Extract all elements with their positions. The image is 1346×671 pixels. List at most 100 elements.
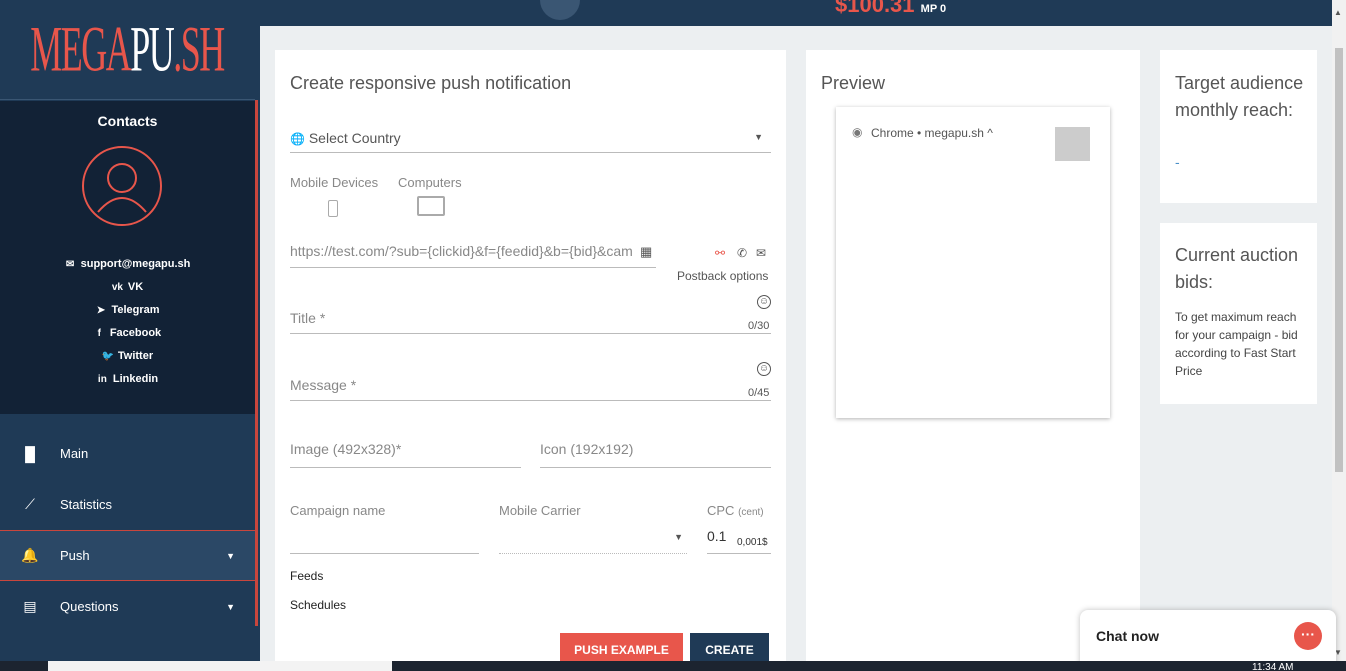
postback-options-link[interactable]: Postback options: [677, 269, 768, 283]
icon-input[interactable]: Icon (192x192): [540, 441, 771, 468]
scrollbar-thumb[interactable]: [1335, 48, 1343, 472]
chrome-icon: ◉: [852, 125, 863, 139]
contact-email-label: support@megapu.sh: [80, 258, 191, 270]
cpc-dollar-value: 0,001$: [737, 537, 768, 548]
telegram-icon: ➤: [96, 305, 106, 316]
contact-vk[interactable]: vk VK: [0, 280, 255, 303]
sidebar-scrollbar[interactable]: [255, 100, 258, 626]
phone-icon[interactable]: ✆: [737, 246, 747, 260]
schedules-label[interactable]: Schedules: [290, 598, 346, 612]
nav-item-statistics[interactable]: ⟋ Statistics: [0, 479, 255, 530]
emoji-icon[interactable]: ☺: [757, 295, 771, 309]
message-placeholder: Message *: [290, 377, 357, 393]
contact-list: ✉ support@megapu.sh vk VK ➤ Telegram f Faceb…: [0, 257, 255, 395]
country-select[interactable]: 🌐 Select Country ▼: [290, 130, 771, 153]
contact-telegram[interactable]: ➤ Telegram: [0, 303, 255, 326]
logo[interactable]: MEGAPU.SH: [0, 0, 255, 100]
main-nav: ▐▌ Main ⟋ Statistics 🔔 Push ▼ ▤ Question…: [0, 428, 255, 632]
nav-item-push[interactable]: 🔔 Push ▼: [0, 530, 255, 581]
cpc-input[interactable]: 0.1 0,001$: [707, 528, 771, 554]
mail-icon[interactable]: ✉: [756, 246, 766, 260]
taskbar-clock: 11:34 AM: [1252, 662, 1294, 671]
chevron-down-icon: ▼: [754, 132, 763, 142]
cpc-label: CPC (cent): [707, 503, 764, 518]
contact-email[interactable]: ✉ support@megapu.sh: [0, 257, 255, 280]
mobile-carrier-label: Mobile Carrier: [499, 503, 581, 518]
icon-placeholder: Icon (192x192): [540, 441, 634, 457]
contact-vk-label: VK: [127, 281, 144, 293]
taskbar-search[interactable]: [48, 661, 392, 671]
target-value: -: [1175, 154, 1180, 170]
nav-item-questions-label: Questions: [60, 599, 119, 614]
message-counter: 0/45: [748, 387, 770, 399]
contact-twitter-label: Twitter: [117, 350, 154, 362]
preview-browser-line: Chrome • megapu.sh ^: [871, 126, 993, 140]
feeds-label[interactable]: Feeds: [290, 569, 323, 583]
bell-icon: 🔔: [21, 547, 39, 563]
nav-item-main-label: Main: [60, 446, 89, 461]
globe-icon: 🌐: [290, 132, 305, 146]
twitter-icon: 🐦: [101, 351, 115, 362]
image-input[interactable]: Image (492x328)*: [290, 441, 521, 468]
contact-linkedin-label: Linkedin: [112, 373, 159, 385]
bar-chart-icon: ▐▌: [20, 445, 40, 462]
contact-facebook[interactable]: f Facebook: [0, 326, 255, 349]
auction-bids-card: Current auction bids: To get maximum rea…: [1160, 223, 1317, 404]
preview-title: Preview: [821, 73, 886, 93]
envelope-icon: ✉: [65, 259, 75, 270]
cpc-label-text: CPC: [707, 503, 735, 518]
linkedin-icon: in: [97, 374, 107, 385]
contacts-panel: Contacts ✉ support@megapu.sh vk VK ➤ Telegr…: [0, 101, 255, 414]
contact-facebook-label: Facebook: [109, 327, 162, 339]
mobile-device-icon[interactable]: [328, 200, 338, 217]
logo-text-2: PU: [130, 13, 176, 86]
title-counter: 0/30: [748, 320, 770, 332]
url-input[interactable]: https://test.com/?sub={clickid}&f={feedi…: [290, 243, 656, 268]
mobile-carrier-select[interactable]: ▼: [499, 528, 687, 554]
emoji-icon[interactable]: ☺: [757, 362, 771, 376]
preview-icon-placeholder: [1055, 127, 1090, 161]
nav-item-questions[interactable]: ▤ Questions ▼: [0, 581, 255, 632]
campaign-name-input[interactable]: [290, 528, 479, 554]
nav-item-main[interactable]: ▐▌ Main: [0, 428, 255, 479]
page-scrollbar[interactable]: ▲ ▼: [1332, 0, 1346, 671]
campaign-name-label: Campaign name: [290, 503, 386, 518]
title-input[interactable]: Title *: [290, 310, 771, 334]
trend-line-icon: ⟋: [25, 496, 35, 512]
auction-title: Current auction bids:: [1175, 245, 1299, 292]
nav-item-push-label: Push: [60, 548, 90, 563]
nav-item-statistics-label: Statistics: [60, 497, 113, 512]
sidebar: MEGAPU.SH Contacts ✉ support@megapu.sh vk…: [0, 0, 260, 671]
chat-label: Chat now: [1096, 628, 1159, 644]
notification-preview: ◉ Chrome • megapu.sh ^: [836, 107, 1110, 418]
device-computers-label: Computers: [398, 175, 462, 190]
vk-icon: vk: [111, 282, 123, 293]
url-value: https://test.com/?sub={clickid}&f={feedi…: [290, 243, 633, 259]
country-placeholder: Select Country: [308, 130, 401, 146]
scroll-up-icon[interactable]: ▲: [1334, 8, 1342, 17]
message-input[interactable]: Message *: [290, 377, 771, 401]
device-mobile-label: Mobile Devices: [290, 175, 379, 190]
os-taskbar: 11:34 AM: [0, 661, 1346, 671]
computer-device-icon[interactable]: [417, 196, 445, 216]
chevron-down-icon: ▼: [674, 532, 683, 542]
chevron-down-icon: ▼: [226, 601, 235, 612]
cpc-unit: (cent): [738, 507, 764, 518]
contact-linkedin[interactable]: in Linkedin: [0, 372, 255, 395]
contact-twitter[interactable]: 🐦 Twitter: [0, 349, 255, 372]
title-placeholder: Title *: [290, 310, 326, 326]
target-audience-card: Target audience monthly reach: -: [1160, 50, 1317, 203]
chat-bubble-icon[interactable]: ···: [1294, 622, 1322, 650]
top-header: $100.31 MP 0: [260, 0, 1332, 26]
chevron-down-icon: ▼: [226, 550, 235, 561]
profile-button[interactable]: [540, 0, 580, 20]
link-icon[interactable]: ⚯: [715, 246, 725, 260]
macro-table-icon[interactable]: ▦: [640, 244, 652, 260]
cpc-value: 0.1: [707, 528, 727, 544]
form-title: Create responsive push notification: [290, 73, 572, 93]
target-title: Target audience monthly reach:: [1175, 73, 1304, 120]
chat-icon: ▤: [23, 598, 37, 614]
logo-text-3: .SH: [173, 13, 226, 86]
balance-suffix: MP 0: [920, 3, 947, 15]
user-avatar-icon: [82, 146, 162, 226]
